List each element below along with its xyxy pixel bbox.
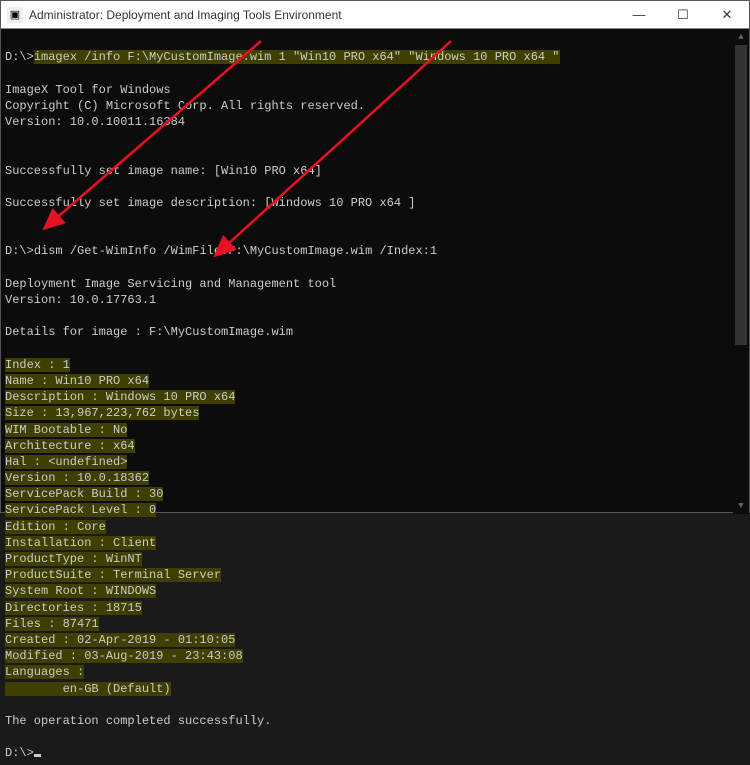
close-button[interactable]: ✕ — [705, 1, 749, 28]
scroll-thumb[interactable] — [735, 45, 747, 345]
console-window: ▣ Administrator: Deployment and Imaging … — [0, 0, 750, 513]
scroll-up-icon[interactable]: ▲ — [733, 29, 749, 45]
blank — [5, 261, 12, 275]
title-left: ▣ Administrator: Deployment and Imaging … — [1, 7, 342, 23]
window-controls: — ☐ ✕ — [617, 1, 749, 28]
output-line: Successfully set image description: [Win… — [5, 196, 415, 210]
maximize-button[interactable]: ☐ — [661, 1, 705, 28]
blank — [5, 131, 12, 145]
blank — [5, 730, 12, 744]
output-line: ImageX Tool for Windows — [5, 83, 171, 97]
output-line: Successfully set image name: [Win10 PRO … — [5, 164, 322, 178]
output-line: Details for image : F:\MyCustomImage.wim — [5, 325, 293, 339]
blank — [5, 228, 12, 242]
output-line: D:\>dism /Get-WimInfo /WimFile:F:\MyCust… — [5, 244, 437, 258]
output-line: The operation completed successfully. — [5, 714, 271, 728]
titlebar[interactable]: ▣ Administrator: Deployment and Imaging … — [1, 1, 749, 29]
cmd-icon: ▣ — [7, 7, 23, 23]
blank — [5, 342, 12, 356]
cursor — [34, 754, 41, 757]
prompt: D:\> — [5, 746, 41, 760]
blank — [5, 180, 12, 194]
blank — [5, 66, 12, 80]
blank — [5, 147, 12, 161]
scroll-track[interactable] — [733, 45, 749, 498]
blank — [5, 309, 12, 323]
scroll-down-icon[interactable]: ▼ — [733, 498, 749, 514]
output-line: Copyright (C) Microsoft Corp. All rights… — [5, 99, 365, 113]
window-title: Administrator: Deployment and Imaging To… — [29, 8, 342, 22]
scrollbar[interactable]: ▲ ▼ — [733, 29, 749, 514]
blank — [5, 698, 12, 712]
output-line: D:\>imagex /info F:\MyCustomImage.wim 1 … — [5, 50, 560, 64]
minimize-button[interactable]: — — [617, 1, 661, 28]
terminal-content[interactable]: D:\> imagex /info F:\MyCustomImage.wim 1 … — [1, 29, 749, 765]
blank — [5, 212, 12, 226]
output-line: Version: 10.0.17763.1 — [5, 293, 156, 307]
output-line: Version: 10.0.10011.16384 — [5, 115, 185, 129]
cmd1-hl: imagex /info F:\MyCustomImage.wim 1 "Win… — [34, 50, 560, 64]
output-line: Deployment Image Servicing and Managemen… — [5, 277, 336, 291]
info-block: Index : 1 Name : Win10 PRO x64 Descripti… — [5, 358, 243, 696]
